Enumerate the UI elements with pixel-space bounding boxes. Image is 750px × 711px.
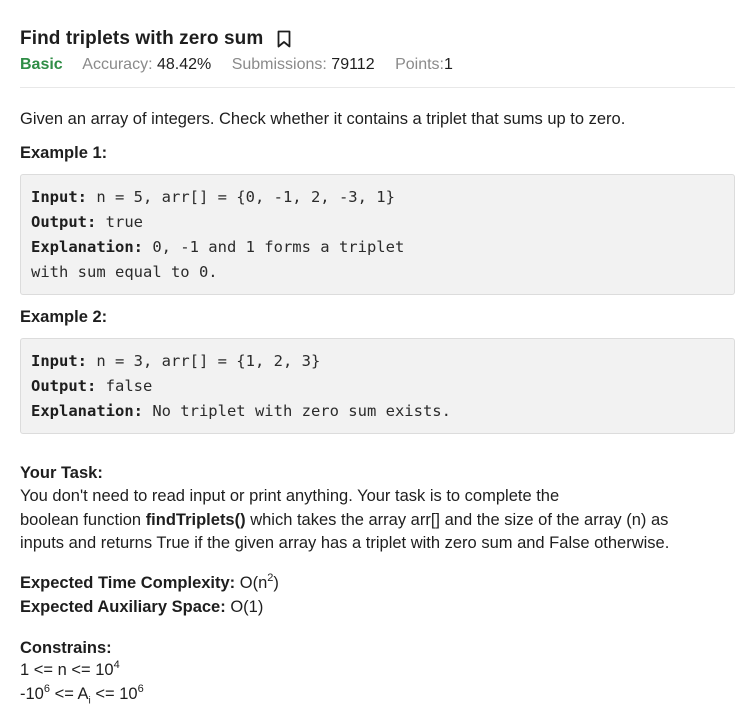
example2-explanation-value: No triplet with zero sum exists. [142,402,451,420]
task-line-2-pre: boolean function [20,511,146,529]
example2-heading: Example 2: [20,308,108,326]
example2-code-box: Input: n = 3, arr[] = {1, 2, 3} Output: … [20,338,735,434]
task-heading: Your Task: [20,464,103,482]
example1-output-key: Output: [31,213,97,231]
submissions-stat: Submissions: 79112 [232,56,375,73]
accuracy-value: 48.42% [156,56,212,73]
auxiliary-space: Expected Auxiliary Space: O(1) [20,598,263,617]
example1-output-value: true [96,213,143,231]
problem-title: Find triplets with zero sum [20,28,264,49]
example1-explanation-key: Explanation: [31,238,143,256]
task-line-1: You don't need to read input or print an… [20,487,560,505]
accuracy-stat: Accuracy: 48.42% [82,56,211,73]
constraint-2-exp2: 6 [137,682,144,695]
accuracy-label: Accuracy: [82,56,153,73]
submissions-label: Submissions: [231,56,327,73]
example2-input-value: n = 3, arr[] = {1, 2, 3} [87,352,321,370]
example1-output-line: Output: true [31,210,724,235]
task-line-2-post: which takes the array arr[] and the size… [245,511,669,529]
points-value: 1 [443,56,453,73]
task-line-3: inputs and returns True if the given arr… [20,534,670,552]
example1-explanation-cont: with sum equal to 0. [31,263,218,281]
example1-input-value: n = 5, arr[] = {0, -1, 2, -3, 1} [87,188,395,206]
bookmark-icon[interactable] [277,30,291,48]
example2-explanation-key: Explanation: [31,402,143,420]
example1-explanation-line: Explanation: 0, -1 and 1 forms a triplet [31,235,724,260]
example1-explanation-value: 0, -1 and 1 forms a triplet [142,238,405,256]
constraint-2-pre: -10 [20,685,44,703]
time-complexity-exponent: 2 [267,571,274,584]
points-stat: Points:1 [395,56,453,73]
constraint-1-text: 1 <= n <= 10 [20,661,114,679]
example1-code-box: Input: n = 5, arr[] = {0, -1, 2, -3, 1} … [20,174,735,295]
points-label: Points: [395,56,444,73]
example1-heading: Example 1: [20,144,108,162]
example1-input-key: Input: [31,188,87,206]
title-row: Find triplets with zero sum [20,28,291,50]
submissions-value: 79112 [331,56,375,73]
time-complexity-label: Expected Time Complexity: [20,574,236,592]
example2-input-line: Input: n = 3, arr[] = {1, 2, 3} [31,349,724,374]
example2-output-key: Output: [31,377,97,395]
task-line-2: boolean function findTriplets() which ta… [20,511,668,530]
constraint-1-exponent: 4 [113,658,120,671]
time-complexity-value-post: ) [273,574,279,592]
header-divider [20,87,735,88]
constraint-2: -106 <= Ai <= 106 [20,682,144,706]
problem-page: Find triplets with zero sum Basic Accura… [0,0,750,711]
constraint-2-mid: <= A [49,685,89,703]
problem-meta: Basic Accuracy: 48.42% Submissions: 7911… [20,56,469,74]
example2-input-key: Input: [31,352,87,370]
difficulty-badge: Basic [20,56,63,73]
auxiliary-space-value: O(1) [225,598,264,616]
constraints-heading: Constrains: [20,639,112,657]
problem-statement: Given an array of integers. Check whethe… [20,110,626,128]
example1-input-line: Input: n = 5, arr[] = {0, -1, 2, -3, 1} [31,185,724,210]
time-complexity-value-pre: O(n [235,574,268,592]
constraint-2-mid2: <= 10 [90,685,138,703]
auxiliary-space-label: Expected Auxiliary Space: [20,598,226,616]
function-name: findTriplets() [145,511,246,529]
time-complexity: Expected Time Complexity: O(n2) [20,571,279,593]
constraint-2-exp1: 6 [43,682,50,695]
example2-explanation-line: Explanation: No triplet with zero sum ex… [31,399,724,424]
example2-output-value: false [96,377,153,395]
constraint-1: 1 <= n <= 104 [20,658,120,680]
example2-output-line: Output: false [31,374,724,399]
